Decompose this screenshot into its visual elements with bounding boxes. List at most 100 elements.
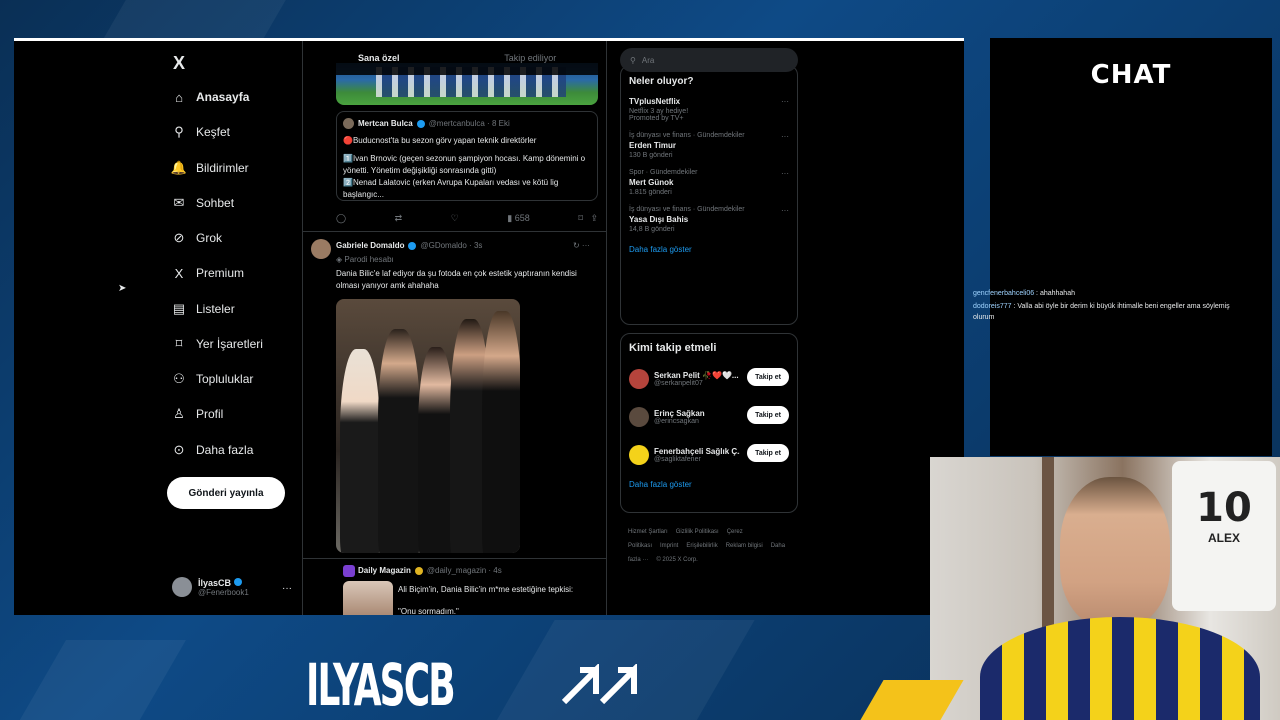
- footer-link[interactable]: © 2025 X Corp.: [656, 557, 697, 563]
- account-switcher[interactable]: İlyasCB @Fenerbook1: [172, 577, 249, 597]
- who-to-follow-title: Kimi takip etmeli: [629, 342, 717, 354]
- avatar[interactable]: [343, 565, 355, 577]
- suggested-account[interactable]: Erinç Sağkan @erincsagkan Takip et: [629, 404, 789, 430]
- trend-context: İş dünyası ve finans · Gündemdekiler: [629, 132, 745, 139]
- author-name[interactable]: Gabriele Domaldo: [336, 241, 404, 250]
- footer-link[interactable]: Hizmet Şartları: [628, 529, 668, 535]
- mail-icon: ✉: [173, 195, 185, 210]
- nav-item-sohbet[interactable]: ✉ Sohbet: [172, 193, 235, 213]
- more-dots-icon[interactable]: ···: [781, 206, 789, 215]
- search-icon: ⚲: [174, 124, 184, 139]
- tab-for-you[interactable]: Sana özel: [303, 41, 455, 75]
- post-button[interactable]: Gönderi yayınla: [167, 477, 285, 509]
- footer-link[interactable]: Imprint: [660, 543, 678, 549]
- trend-item[interactable]: İş dünyası ve finans · Gündemdekiler Yasa…: [629, 206, 789, 233]
- search-input[interactable]: ⚲ Ara: [620, 48, 798, 72]
- account-name: Erinç Sağkan: [654, 409, 705, 418]
- nav-item-bildirimler[interactable]: 🔔 Bildirimler: [171, 158, 249, 178]
- more-icon: ⊙: [173, 442, 185, 457]
- trend-item[interactable]: İş dünyası ve finans · Gündemdekiler Erde…: [629, 132, 789, 159]
- bookmark-icon[interactable]: ⌑: [578, 213, 583, 223]
- trend-count: 130 B gönderi: [629, 152, 673, 159]
- streamer-face: [1060, 477, 1170, 627]
- nav-item-label: Sohbet: [196, 196, 235, 210]
- chat-message: gencfenerbahceli06 : ahahhahah: [973, 290, 1075, 297]
- reply-icon[interactable]: ◯: [336, 213, 346, 224]
- profile-name: İlyasCB: [198, 577, 249, 588]
- tweet-header: Gabriele Domaldo @GDomaldo · 3s: [336, 241, 482, 250]
- nav-item-premium[interactable]: X Premium: [172, 263, 244, 283]
- suggested-account[interactable]: Fenerbahçeli Sağlık Ç... @sagliktafener Ta…: [629, 442, 789, 468]
- account-handle: @erincsagkan: [654, 418, 699, 425]
- show-more-link[interactable]: Daha fazla göster: [629, 245, 789, 254]
- quoted-tweet[interactable]: Mertcan Bulca @mertcanbulca · 8 Eki 🔴Bud…: [336, 111, 598, 201]
- bg-stripe: [14, 640, 186, 720]
- nav-item-yer-i̇şaretleri[interactable]: ⌑ Yer İşaretleri: [172, 334, 263, 354]
- nav-item-label: Topluluklar: [196, 372, 254, 386]
- avatar: [629, 369, 649, 389]
- nav-item-label: Yer İşaretleri: [196, 337, 263, 351]
- search-placeholder: Ara: [641, 55, 655, 65]
- follow-button[interactable]: Takip et: [747, 444, 789, 462]
- follow-button[interactable]: Takip et: [747, 368, 789, 386]
- bg-stripe: [102, 0, 298, 40]
- x-logo[interactable]: X: [173, 53, 185, 74]
- trend-promoted: Promoted by TV+: [629, 115, 684, 122]
- tweet-text: Dania Bilic'e laf ediyor da şu fotoda en…: [336, 269, 577, 290]
- avatar: [172, 577, 192, 597]
- communities-icon: ⚇: [173, 371, 185, 386]
- author-handle: @mertcanbulca · 8 Eki: [428, 119, 510, 128]
- author-name[interactable]: Daily Magazin: [358, 566, 411, 575]
- trend-item[interactable]: Spor · Gündemdekiler Mert Günok 1.815 gönd…: [629, 169, 789, 196]
- tweet-text: 🔴Buducnost'ta bu sezon görv yapan teknik…: [343, 136, 586, 199]
- nav-item-listeler[interactable]: ▤ Listeler: [172, 299, 235, 319]
- chat-panel: CHAT gencfenerbahceli06 : ahahhahah dodo…: [973, 38, 1272, 456]
- tweet-photo[interactable]: [336, 299, 520, 553]
- footer-link[interactable]: Gizlilik Politikası: [676, 529, 719, 535]
- tweet-thumbnail[interactable]: [343, 581, 393, 615]
- account-handle: @sagliktafener: [654, 456, 701, 463]
- views-count[interactable]: ▮ 658: [507, 213, 529, 224]
- footer-link[interactable]: Erişilebilirlik: [686, 543, 717, 549]
- show-more-link[interactable]: Daha fazla göster: [629, 480, 789, 489]
- trend-name: Erden Timur: [629, 141, 676, 150]
- more-dots-icon[interactable]: ···: [781, 97, 789, 106]
- profile-handle: @Fenerbook1: [198, 587, 249, 597]
- account-handle: @serkanpelit07: [654, 380, 703, 387]
- footer-links: Hizmet Şartları Gizlilik Politikası Çerez …: [628, 525, 798, 567]
- tweet-more-icon[interactable]: ↻ ···: [573, 241, 590, 250]
- trend-context: Spor · Gündemdekiler: [629, 169, 698, 176]
- nav-item-keşfet[interactable]: ⚲ Keşfet: [172, 122, 230, 142]
- avatar[interactable]: [311, 239, 331, 259]
- trend-count: 14,8 B gönderi: [629, 226, 675, 233]
- nav-item-grok[interactable]: ⊘ Grok: [172, 228, 222, 248]
- more-dots-icon[interactable]: ···: [781, 132, 789, 141]
- webcam-feed: 10 ALEX: [930, 457, 1280, 720]
- nav-item-label: Anasayfa: [196, 90, 250, 104]
- tweet-actions: ◯ ⇄ ♡ ▮ 658 ⌑ ⇪: [336, 213, 598, 224]
- share-icon[interactable]: ⇪: [590, 213, 598, 223]
- retweet-icon[interactable]: ⇄: [395, 213, 403, 224]
- nav-item-daha-fazla[interactable]: ⊙ Daha fazla: [172, 440, 254, 460]
- suggested-account[interactable]: Serkan Pelit 🥀❤️🤍... @serkanpelit07 Takip …: [629, 366, 789, 392]
- who-to-follow-panel: Kimi takip etmeli Serkan Pelit 🥀❤️🤍... @s…: [620, 333, 798, 513]
- nav-item-profil[interactable]: ♙ Profil: [172, 404, 223, 424]
- follow-button[interactable]: Takip et: [747, 406, 789, 424]
- more-dots-icon[interactable]: ···: [282, 583, 292, 594]
- photo-person: [418, 347, 454, 553]
- photo-person: [340, 349, 380, 553]
- search-icon: ⚲: [630, 55, 636, 65]
- tweet-text: "Onu sormadım.": [398, 607, 459, 615]
- more-dots-icon[interactable]: ···: [781, 169, 789, 178]
- tweet-text: Ali Biçim'in, Dania Bilic'in m*me esteti…: [398, 585, 574, 594]
- nav-item-anasayfa[interactable]: ⌂ Anasayfa: [172, 87, 249, 107]
- tab-following[interactable]: Takip ediliyor: [455, 41, 607, 75]
- footer-link[interactable]: Reklam bilgisi: [726, 543, 763, 549]
- home-icon: ⌂: [175, 89, 183, 105]
- trends-title: Neler oluyor?: [629, 76, 694, 87]
- trend-item[interactable]: TVplusNetflix Netflix 3 ay hediye! Promote…: [629, 97, 789, 122]
- like-icon[interactable]: ♡: [451, 213, 459, 224]
- browser-window: X ⌂ Anasayfa ⚲ Keşfet 🔔 Bildirimler ✉ Sohbet ⊘ Gr…: [14, 38, 964, 615]
- nav-item-topluluklar[interactable]: ⚇ Topluluklar: [172, 369, 253, 389]
- verified-badge-icon: [408, 241, 417, 250]
